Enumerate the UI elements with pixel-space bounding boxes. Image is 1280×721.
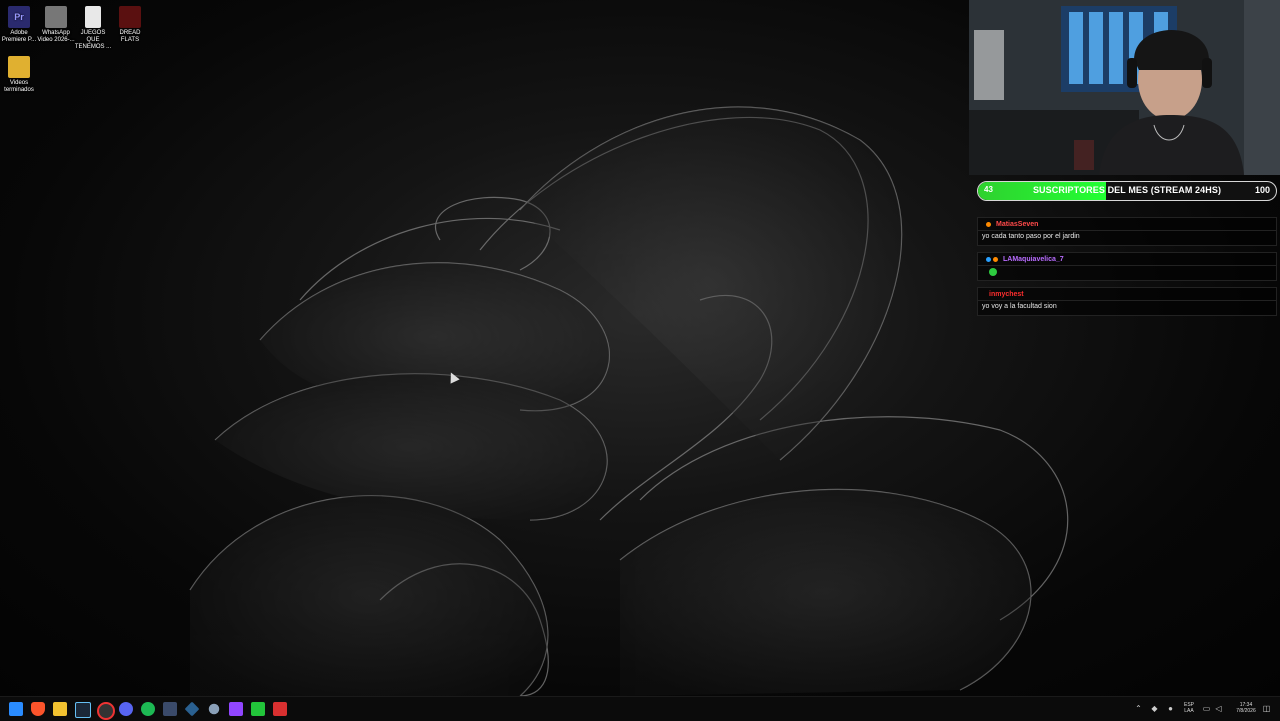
tray-app-icon[interactable]: ◆ [1150,704,1159,713]
windows-start-icon[interactable] [9,702,23,716]
desktop-icon-juegos[interactable]: JUEGOS QUE TENEMOS ... [74,6,112,51]
app-icon[interactable] [163,702,177,716]
chat-message: inmychest yo voy a la facultad sion [977,287,1277,316]
badge-icon [993,256,998,262]
chat-username: LAMaquiavelica_7 [1003,255,1064,263]
network-icon[interactable] [184,701,200,717]
desktop-icon-label: JUEGOS QUE TENEMOS ... [74,30,112,50]
desktop-icon-whatsapp-video[interactable]: WhatsApp Video 2026-... [37,6,75,44]
chrome-icon[interactable] [97,702,115,720]
chat-message-text [977,266,1277,281]
steam-icon[interactable] [75,702,91,718]
twitch-icon[interactable] [229,702,243,716]
chat-message-text: yo cada tanto paso por el jardin [977,231,1277,246]
microphone-icon[interactable]: ● [1166,704,1175,713]
notification-icon[interactable]: ◫ [1262,704,1271,713]
chat-message: MatiasSeven yo cada tanto paso por el ja… [977,217,1277,246]
webcam-feed [969,0,1280,175]
desktop-icon-label: WhatsApp Video 2026-... [37,30,75,43]
tray-chevron-up-icon[interactable]: ⌃ [1134,704,1143,713]
chat-overlay: MatiasSeven yo cada tanto paso por el ja… [977,202,1277,316]
volume-icon[interactable]: ◁ [1214,704,1223,713]
chat-message-text: yo voy a la facultad sion [977,301,1277,316]
chat-message-header: LAMaquiavelica_7 [977,252,1277,266]
chat-username: inmychest [989,290,1024,298]
desktop-icon-label: Adobe Premiere P... [1,30,37,43]
desktop-icon-dread-flats[interactable]: DREAD FLATS [111,6,149,44]
spotify-icon[interactable] [141,702,155,716]
language-bottom: LAA [1184,708,1194,714]
discord-icon[interactable] [119,702,133,716]
desktop-icon-videos-terminados[interactable]: Videos terminados [0,56,38,94]
clock-date: 7/8/2026 [1236,708,1256,714]
emote-icon [989,268,997,276]
premiere-icon: Pr [8,6,30,28]
taskbar: ⌃ ◆ ● ESP LAA ▭ ◁ 17:34 7/8/2026 ◫ [0,696,1280,721]
subs-goal-title: SUSCRIPTORES DEL MES (STREAM 24HS) [1032,185,1222,195]
language-indicator[interactable]: ESP LAA [1182,702,1196,714]
chat-message: LAMaquiavelica_7 [977,252,1277,281]
text-file-icon [85,6,101,28]
file-explorer-icon[interactable] [53,702,67,716]
subs-goal-bar: 43 SUSCRIPTORES DEL MES (STREAM 24HS) 10… [977,181,1277,201]
desktop-icon-premiere[interactable]: Pr Adobe Premiere P... [0,6,38,44]
badge-icon [986,256,991,262]
brave-icon[interactable] [31,702,45,716]
chat-cut-line [977,202,1277,211]
desktop-icon-label: Videos terminados [4,80,34,93]
folder-icon [8,56,30,78]
chat-message-header: MatiasSeven [977,217,1277,231]
chat-message-header: inmychest [977,287,1277,301]
game-icon [119,6,141,28]
wifi-icon[interactable]: ▭ [1202,704,1211,713]
badge-icon [986,221,991,227]
webcam-image [969,0,1280,175]
settings-icon[interactable] [208,703,220,715]
subs-goal-target: 100 [1254,185,1270,195]
green-app-icon[interactable] [251,702,265,716]
video-file-icon [45,6,67,28]
red-app-icon[interactable] [273,702,287,716]
desktop-icon-label: DREAD FLATS [119,30,141,43]
clock[interactable]: 17:34 7/8/2026 [1232,702,1260,714]
chat-username: MatiasSeven [996,220,1039,228]
